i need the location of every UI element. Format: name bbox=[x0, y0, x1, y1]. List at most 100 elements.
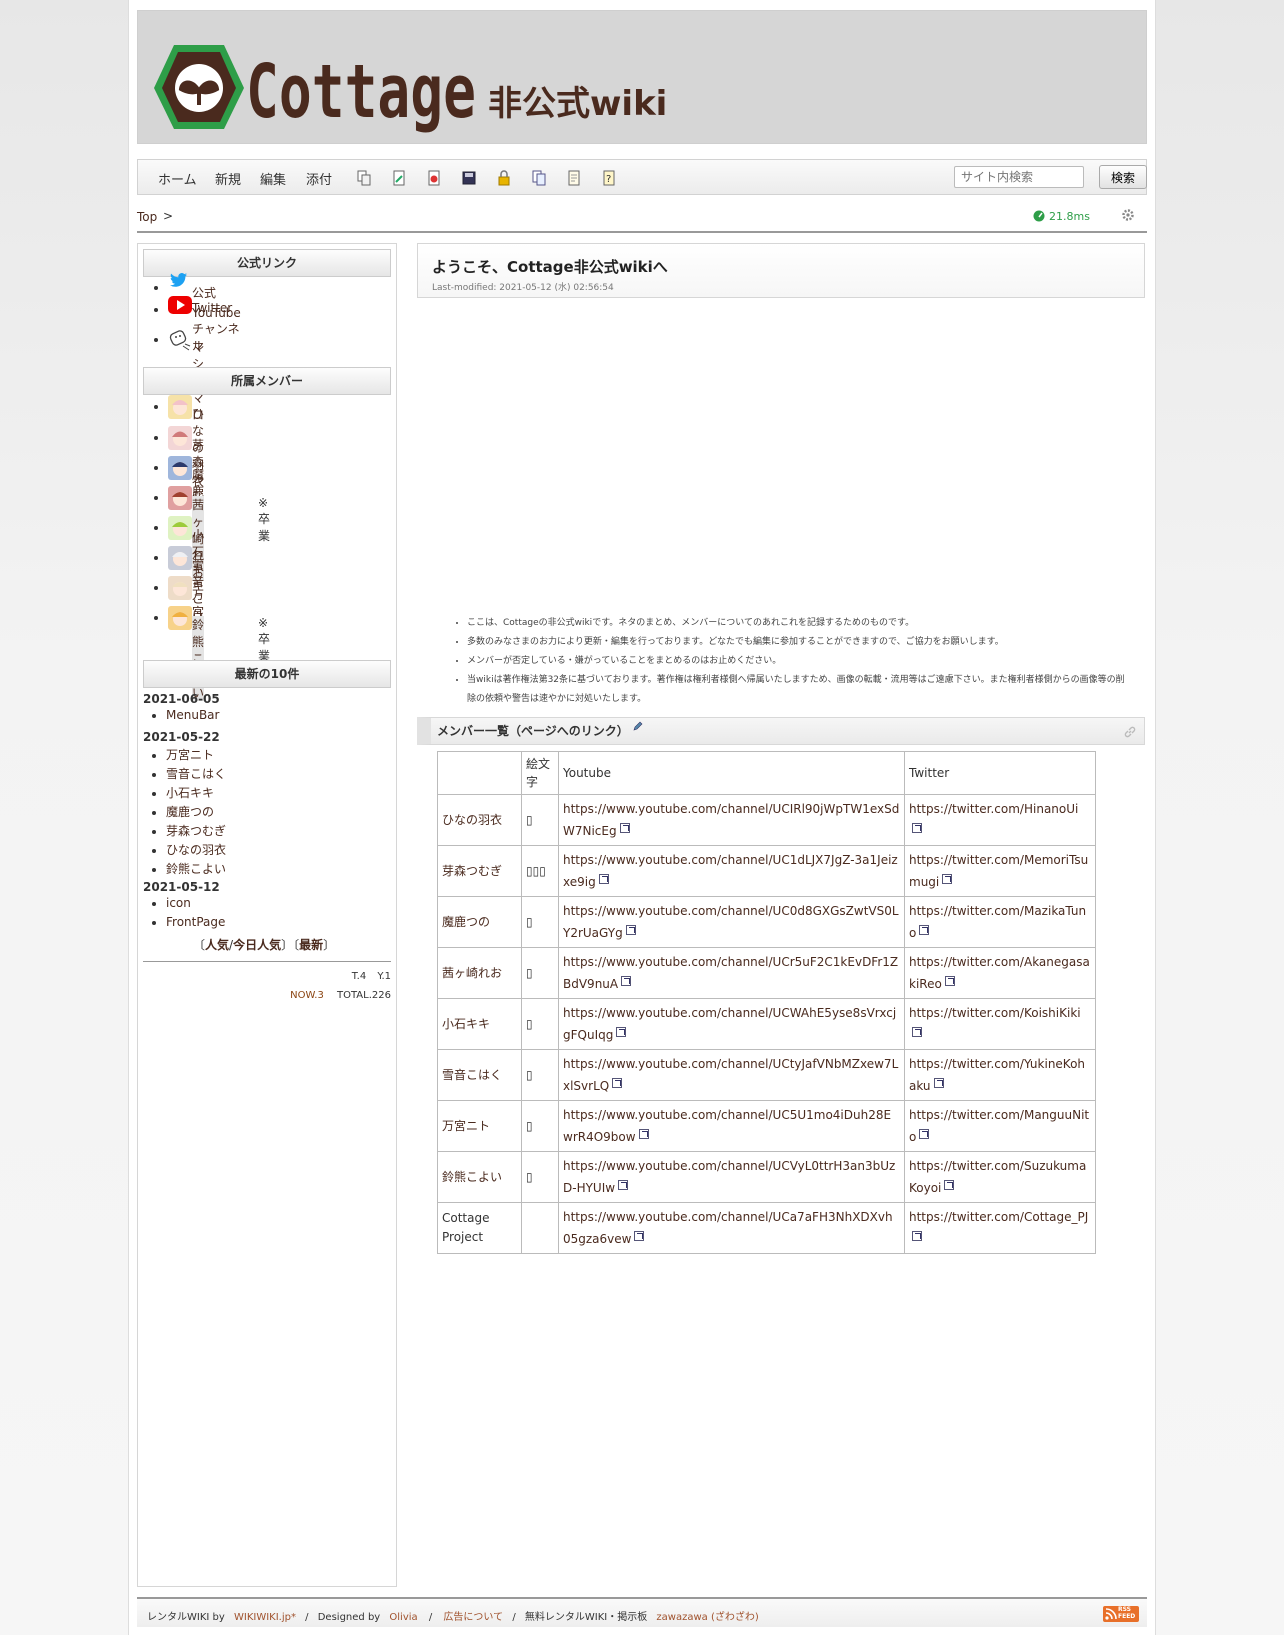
diff-icon[interactable] bbox=[427, 170, 441, 186]
youtube-link[interactable]: https://www.youtube.com/channel/UCIRl90j… bbox=[563, 802, 899, 838]
today-popular-link[interactable]: 今日人気 bbox=[233, 938, 281, 952]
external-link-icon bbox=[944, 976, 955, 986]
youtube-link[interactable]: https://www.youtube.com/channel/UCa7aFH3… bbox=[563, 1210, 893, 1246]
table-row: 鈴熊こよい ▯ https://www.youtube.com/channel/… bbox=[437, 1151, 1096, 1203]
twitter-link[interactable]: https://twitter.com/KoishiKiki bbox=[909, 1006, 1081, 1020]
footer-separator: / bbox=[512, 1612, 516, 1623]
table-row: 芽森つむぎ ▯▯▯ https://www.youtube.com/channe… bbox=[437, 845, 1096, 897]
section-title: メンバー一覧（ページへのリンク） bbox=[437, 724, 629, 738]
logo-text: Cottage bbox=[246, 49, 476, 133]
gear-icon[interactable] bbox=[1122, 209, 1134, 221]
recent-page-link[interactable]: 小石キキ bbox=[166, 786, 214, 800]
recent-page-link[interactable]: 芽森つむぎ bbox=[166, 824, 226, 838]
svg-text:?: ? bbox=[606, 174, 611, 185]
member-page-link[interactable]: 魔鹿つの bbox=[442, 915, 490, 929]
breadcrumb-top-link[interactable]: Top bbox=[137, 210, 157, 224]
copy-icon[interactable] bbox=[357, 170, 371, 186]
recent-page-link[interactable]: 万宮ニト bbox=[166, 748, 214, 762]
table-row: 魔鹿つの ▯ https://www.youtube.com/channel/U… bbox=[437, 896, 1096, 948]
table-row: ひなの羽衣 ▯ https://www.youtube.com/channel/… bbox=[437, 794, 1096, 846]
recent-list: icon FrontPage bbox=[138, 896, 225, 934]
member-page-link[interactable]: 茜ヶ崎れお bbox=[442, 966, 502, 980]
twitter-link[interactable]: https://twitter.com/SuzukumaKoyoi bbox=[909, 1159, 1086, 1195]
twitter-link[interactable]: https://twitter.com/Cottage_PJ bbox=[909, 1210, 1088, 1224]
note-item: 多数のみなさまのお力により更新・編集を行っております。どなたでも編集に参加するこ… bbox=[467, 633, 1127, 652]
footer-text: 無料レンタルWIKI・掲示板 bbox=[524, 1612, 648, 1623]
member-page-link[interactable]: 鈴熊こよい bbox=[442, 1170, 502, 1184]
external-link-icon bbox=[634, 1231, 645, 1241]
recent-page-link[interactable]: 魔鹿つの bbox=[166, 805, 214, 819]
member-page-link[interactable]: 万宮ニト bbox=[442, 1119, 490, 1133]
ad-info-link[interactable]: 広告について bbox=[443, 1612, 503, 1623]
freeze-icon[interactable] bbox=[497, 170, 511, 186]
youtube-link[interactable]: https://www.youtube.com/channel/UCVyL0tt… bbox=[563, 1159, 895, 1195]
note-item: 当wikiは著作権法第32条に基づいております。著作権は権利者様側へ帰属いたしま… bbox=[467, 671, 1127, 709]
twitter-icon[interactable] bbox=[170, 272, 188, 288]
recent-page-link[interactable]: ひなの羽衣 bbox=[166, 843, 226, 857]
footer-separator: / bbox=[428, 1612, 433, 1623]
main-content: ようこそ、Cottage非公式wikiへ Last-modified: 2021… bbox=[417, 243, 1147, 1583]
edit-pencil-icon[interactable] bbox=[633, 721, 643, 731]
rss-feed-button[interactable]: RSS FEED bbox=[1103, 1606, 1139, 1622]
recent-date: 2021-06-05 bbox=[143, 692, 220, 706]
counter-total: T.4 bbox=[351, 971, 367, 982]
twitter-link[interactable]: https://twitter.com/MazikaTuno bbox=[909, 904, 1086, 940]
wikiwiki-link[interactable]: WIKIWIKI.jp* bbox=[234, 1612, 296, 1623]
site-logo[interactable]: Cottage 非公式wiki bbox=[152, 43, 692, 133]
twitter-link[interactable]: https://twitter.com/AkanegasakiReo bbox=[909, 955, 1090, 991]
list-item: FrontPage bbox=[166, 915, 225, 934]
recent-page-link[interactable]: icon bbox=[166, 896, 191, 910]
members-heading: 所属メンバー bbox=[143, 367, 391, 395]
list-icon[interactable] bbox=[532, 170, 546, 186]
marshmallow-icon[interactable] bbox=[168, 328, 192, 352]
twitter-link[interactable]: https://twitter.com/ManguuNito bbox=[909, 1108, 1089, 1144]
anchor-link-icon[interactable] bbox=[1124, 726, 1136, 738]
recent-date: 2021-05-12 bbox=[143, 880, 220, 894]
youtube-link[interactable]: https://www.youtube.com/channel/UC1dLJX7… bbox=[563, 853, 898, 889]
external-link-icon bbox=[912, 1231, 922, 1241]
olivia-link[interactable]: Olivia bbox=[389, 1612, 417, 1623]
youtube-link[interactable]: https://www.youtube.com/channel/UCr5uF2C… bbox=[563, 955, 898, 991]
footer-credits: レンタルWIKI by WIKIWIKI.jp* / Designed by O… bbox=[147, 1608, 759, 1623]
recent-page-link[interactable]: FrontPage bbox=[166, 915, 225, 929]
emoji-cell: ▯ bbox=[521, 896, 559, 948]
bracket: 〔 bbox=[193, 938, 206, 952]
nav-attach[interactable]: 添付 bbox=[306, 169, 332, 188]
table-header-row: 絵文字 Youtube Twitter bbox=[437, 751, 1096, 795]
youtube-icon[interactable] bbox=[168, 296, 192, 314]
member-page-link[interactable]: 雪音こはく bbox=[442, 1068, 502, 1082]
youtube-link[interactable]: https://www.youtube.com/channel/UC0d8GXG… bbox=[563, 904, 899, 940]
latest-link[interactable]: 最新 bbox=[299, 938, 323, 952]
twitter-link[interactable]: https://twitter.com/MemoriTsumugi bbox=[909, 853, 1088, 889]
youtube-link[interactable]: https://www.youtube.com/channel/UC5U1mo4… bbox=[563, 1108, 891, 1144]
official-links-list: 公式Twitter YouTubeチャンネル マシュマロ bbox=[138, 273, 241, 422]
footer-text: レンタルWIKI by bbox=[147, 1612, 225, 1623]
table-row: Cottage Project https://www.youtube.com/… bbox=[437, 1202, 1096, 1254]
member-page-link[interactable]: 小石キキ bbox=[442, 1017, 490, 1031]
member-page-link[interactable]: ひなの羽衣 bbox=[442, 813, 502, 827]
recent-icon[interactable] bbox=[567, 170, 581, 186]
help-icon[interactable]: ? bbox=[602, 170, 616, 186]
recent-page-link[interactable]: 鈴熊こよい bbox=[166, 862, 226, 876]
rename-icon[interactable] bbox=[392, 170, 406, 186]
search-input[interactable] bbox=[954, 166, 1084, 188]
external-link-icon bbox=[912, 823, 922, 833]
zawazawa-link[interactable]: zawazawa (ざわざわ) bbox=[656, 1612, 758, 1623]
backup-icon[interactable] bbox=[462, 170, 476, 186]
popular-link[interactable]: 人気 bbox=[205, 938, 229, 952]
recent-page-link[interactable]: MenuBar bbox=[166, 708, 219, 722]
nav-new[interactable]: 新規 bbox=[215, 169, 241, 188]
search-button[interactable]: 検索 bbox=[1099, 165, 1147, 189]
twitter-link[interactable]: https://twitter.com/HinanoUi bbox=[909, 802, 1078, 816]
recent-page-link[interactable]: 雪音こはく bbox=[166, 767, 226, 781]
site-header: Cottage 非公式wiki bbox=[137, 10, 1147, 144]
nav-home[interactable]: ホーム bbox=[158, 169, 197, 188]
member-page-link[interactable]: 芽森つむぎ bbox=[442, 864, 502, 878]
footer-text: Designed by bbox=[317, 1612, 381, 1623]
recent-list: 万宮ニト 雪音こはく 小石キキ 魔鹿つの 芽森つむぎ ひなの羽衣 鈴熊こよい bbox=[138, 746, 226, 879]
counter-ty: T.4 Y.1 bbox=[352, 971, 391, 982]
notes-list: ここは、Cottageの非公式wikiです。ネタのまとめ、メンバーについてのあれ… bbox=[433, 614, 1127, 709]
member-link[interactable]: 鈴熊こよい bbox=[192, 616, 205, 701]
youtube-link[interactable]: https://www.youtube.com/channel/UCWAhE5y… bbox=[563, 1006, 896, 1042]
nav-edit[interactable]: 編集 bbox=[260, 169, 286, 188]
